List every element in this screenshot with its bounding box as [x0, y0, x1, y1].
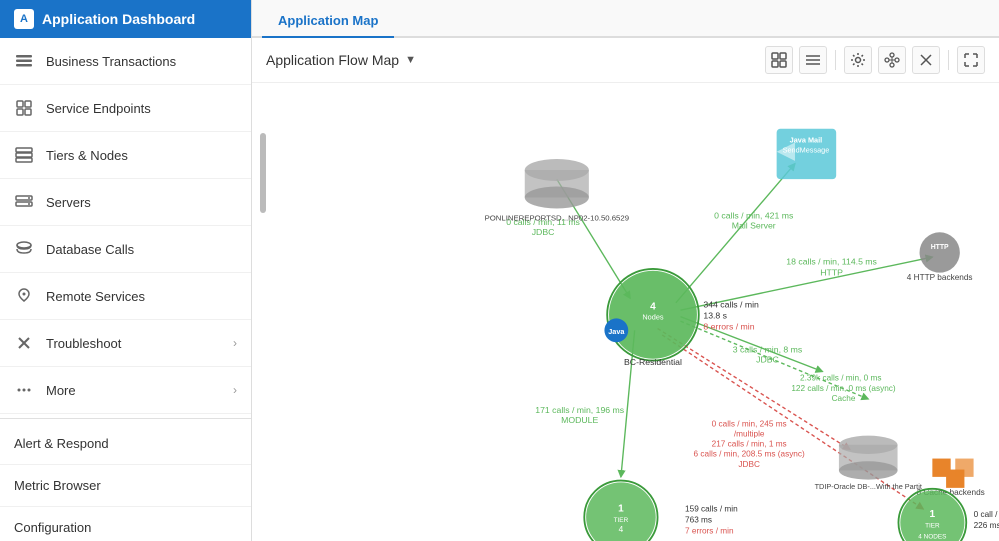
svg-text:4: 4	[619, 525, 624, 534]
flow-map-svg: 0 calls / min, 11 ms JDBC 0 calls / min,…	[252, 83, 999, 541]
troubleshoot-icon	[14, 333, 34, 353]
sidebar-header: A Application Dashboard	[0, 0, 251, 38]
svg-text:1: 1	[618, 504, 624, 515]
list-view-button[interactable]	[799, 46, 827, 74]
svg-text:4 NODES: 4 NODES	[918, 533, 946, 540]
svg-text:7 errors / min: 7 errors / min	[685, 527, 734, 536]
servers-icon	[14, 192, 34, 212]
troubleshoot-chevron: ›	[233, 336, 237, 350]
svg-text:13.8 s: 13.8 s	[703, 310, 727, 320]
scroll-indicator	[260, 133, 266, 213]
svg-text:Mail Server: Mail Server	[732, 221, 776, 231]
svg-text:HTTP: HTTP	[931, 244, 949, 251]
sidebar-item-metric-browser[interactable]: Metric Browser	[0, 465, 251, 507]
sidebar-item-configuration[interactable]: Configuration	[0, 507, 251, 541]
sidebar-divider	[0, 418, 251, 419]
main-content: Application Map Application Flow Map ▼	[252, 0, 999, 541]
alert-respond-label: Alert & Respond	[14, 436, 109, 451]
svg-text:0 call / min: 0 call / min	[974, 510, 999, 519]
svg-text:6 calls / min, 208.5 ms (async: 6 calls / min, 208.5 ms (async)	[694, 450, 805, 459]
sidebar-item-service-endpoints[interactable]: Service Endpoints	[0, 85, 251, 132]
tab-application-map[interactable]: Application Map	[262, 5, 394, 38]
settings-button[interactable]	[844, 46, 872, 74]
metric-browser-label: Metric Browser	[14, 478, 101, 493]
svg-text:TIER: TIER	[614, 517, 629, 524]
database-calls-icon	[14, 239, 34, 259]
map-view-button[interactable]	[765, 46, 793, 74]
svg-text:Nodes: Nodes	[642, 312, 663, 321]
flow-map-container: Application Flow Map ▼	[252, 38, 999, 541]
flow-map-dropdown-icon[interactable]: ▼	[405, 54, 416, 66]
svg-text:122 calls / min, 0 ms (async): 122 calls / min, 0 ms (async)	[791, 384, 896, 393]
svg-text:763 ms: 763 ms	[685, 516, 712, 525]
svg-text:Cache: Cache	[832, 394, 856, 403]
svg-text:4 HTTP backends: 4 HTTP backends	[907, 273, 973, 282]
sidebar-item-label: More	[46, 383, 221, 398]
toolbar-icons	[765, 46, 985, 74]
svg-text:226 ms: 226 ms	[974, 521, 999, 530]
flow-map-title: Application Flow Map ▼	[266, 52, 416, 68]
flow-map-title-text: Application Flow Map	[266, 52, 399, 68]
sidebar-item-label: Tiers & Nodes	[46, 148, 237, 163]
svg-text:217 calls / min, 1 ms: 217 calls / min, 1 ms	[712, 440, 787, 449]
toolbar-separator2	[948, 50, 949, 70]
svg-text:3 calls / min, 8 ms: 3 calls / min, 8 ms	[733, 344, 803, 354]
close-button[interactable]	[912, 46, 940, 74]
svg-text:2.39k calls / min, 0 ms: 2.39k calls / min, 0 ms	[800, 374, 881, 383]
sidebar-item-remote-services[interactable]: Remote Services	[0, 273, 251, 320]
svg-text:TIER: TIER	[925, 522, 940, 529]
sidebar-item-label: Remote Services	[46, 289, 237, 304]
svg-text:TDIP-Oracle DB-...With the Par: TDIP-Oracle DB-...With the Partit	[815, 482, 922, 491]
app-icon: A	[14, 9, 34, 29]
tiers-nodes-icon	[14, 145, 34, 165]
tab-bar: Application Map	[252, 0, 999, 38]
svg-text:JDBC: JDBC	[532, 227, 555, 237]
business-transactions-icon	[14, 51, 34, 71]
layout-button[interactable]	[878, 46, 906, 74]
remote-services-icon	[14, 286, 34, 306]
svg-text:4: 4	[650, 301, 656, 312]
sidebar: A Application Dashboard Business Transac…	[0, 0, 252, 541]
svg-text:HTTP: HTTP	[820, 267, 843, 277]
svg-text:/multiple: /multiple	[734, 430, 765, 439]
svg-text:18 calls / min, 114.5 ms: 18 calls / min, 114.5 ms	[786, 256, 877, 266]
sidebar-item-label: Database Calls	[46, 242, 237, 257]
svg-text:Java Mail: Java Mail	[790, 136, 823, 145]
svg-text:0 calls / min, 245 ms: 0 calls / min, 245 ms	[712, 420, 787, 429]
sidebar-item-label: Business Transactions	[46, 54, 237, 69]
expand-button[interactable]	[957, 46, 985, 74]
sidebar-item-troubleshoot[interactable]: Troubleshoot ›	[0, 320, 251, 367]
svg-text:PONLINEREPORTSD...NP02-10.50.6: PONLINEREPORTSD...NP02-10.50.6529	[485, 213, 629, 222]
svg-text:0 calls / min, 421 ms: 0 calls / min, 421 ms	[714, 211, 794, 221]
sidebar-item-label: Servers	[46, 195, 237, 210]
more-icon	[14, 380, 34, 400]
sidebar-item-servers[interactable]: Servers	[0, 179, 251, 226]
svg-text:SendMessage: SendMessage	[783, 146, 830, 155]
sidebar-item-database-calls[interactable]: Database Calls	[0, 226, 251, 273]
sidebar-item-label: Troubleshoot	[46, 336, 221, 351]
sidebar-title: Application Dashboard	[42, 11, 195, 27]
svg-text:BC-Residential: BC-Residential	[624, 357, 682, 367]
flow-map-header: Application Flow Map ▼	[252, 38, 999, 83]
sidebar-item-business-transactions[interactable]: Business Transactions	[0, 38, 251, 85]
svg-text:Java: Java	[608, 327, 625, 336]
sidebar-item-more[interactable]: More ›	[0, 367, 251, 414]
svg-text:MODULE: MODULE	[561, 415, 598, 425]
svg-text:8 errors / min: 8 errors / min	[703, 321, 754, 331]
configuration-label: Configuration	[14, 520, 91, 535]
flow-map-svg-container[interactable]: 0 calls / min, 11 ms JDBC 0 calls / min,…	[252, 83, 999, 541]
svg-text:JDBC: JDBC	[756, 354, 779, 364]
sidebar-item-label: Service Endpoints	[46, 101, 237, 116]
toolbar-separator	[835, 50, 836, 70]
sidebar-nav: Business Transactions Service Endpoints …	[0, 38, 251, 541]
svg-text:159 calls / min: 159 calls / min	[685, 505, 738, 514]
svg-text:344 calls / min: 344 calls / min	[703, 299, 759, 309]
more-chevron: ›	[233, 383, 237, 397]
sidebar-item-tiers-nodes[interactable]: Tiers & Nodes	[0, 132, 251, 179]
service-endpoints-icon	[14, 98, 34, 118]
sidebar-item-alert-respond[interactable]: Alert & Respond	[0, 423, 251, 465]
svg-text:171 calls / min, 196 ms: 171 calls / min, 196 ms	[535, 405, 624, 415]
svg-text:1: 1	[930, 509, 936, 520]
svg-text:JDBC: JDBC	[738, 460, 760, 469]
